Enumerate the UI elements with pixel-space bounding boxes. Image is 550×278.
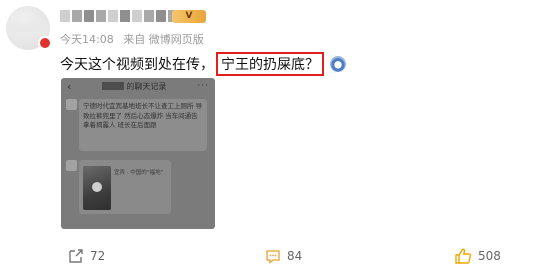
like-count: 508 (478, 249, 501, 263)
post-text-main: 今天这个视频到处在传， (60, 57, 214, 73)
chat-avatar (66, 160, 77, 171)
comment-icon (266, 250, 280, 264)
post-time[interactable]: 今天14:08 (60, 33, 114, 46)
thumbs-up-icon (455, 248, 472, 264)
comment-count: 84 (287, 249, 303, 263)
share-button[interactable]: 72 (68, 246, 105, 266)
highlighted-text: 宁王的扔屎底？ (216, 52, 324, 76)
chat-title: 的聊天记录 (102, 81, 166, 92)
doge-emoji-icon (330, 56, 346, 72)
avatar-mosaic (6, 22, 50, 36)
post-meta: 今天14:08 来自 微博网页版 (60, 31, 210, 47)
like-button[interactable]: 508 (454, 246, 501, 266)
post-source[interactable]: 来自 微博网页版 (123, 33, 204, 46)
chat-avatar (66, 99, 77, 110)
share-count: 72 (90, 249, 106, 263)
action-bar: 72 84 508 (0, 246, 550, 266)
embedded-screenshot-image[interactable]: ‹ 的聊天记录 ··· 宁德时代宜宾基地班长不让查工上厕所 导致拉裤兜里了 然后… (61, 78, 215, 229)
chat-title-mosaic (102, 82, 125, 90)
username-mosaic[interactable] (60, 10, 178, 22)
share-icon (69, 249, 83, 263)
more-icon: ··· (197, 81, 209, 91)
post-text: 今天这个视频到处在传， 宁王的扔屎底？ (60, 52, 346, 76)
back-arrow-icon: ‹ (67, 79, 72, 93)
vip-badge-icon[interactable]: V (172, 10, 206, 23)
comment-button[interactable]: 84 (265, 246, 302, 266)
video-caption: 宜宾 · 中国的“福地” (114, 170, 164, 176)
chat-video-card: 宜宾 · 中国的“福地” (79, 160, 171, 214)
chat-message: 宁德时代宜宾基地班长不让查工上厕所 导致拉裤兜里了 然后心态爆炸 当车间通告拿着… (79, 99, 207, 151)
play-icon (92, 182, 102, 192)
chat-header: ‹ 的聊天记录 ··· (61, 78, 215, 94)
verified-badge-icon (38, 36, 52, 50)
